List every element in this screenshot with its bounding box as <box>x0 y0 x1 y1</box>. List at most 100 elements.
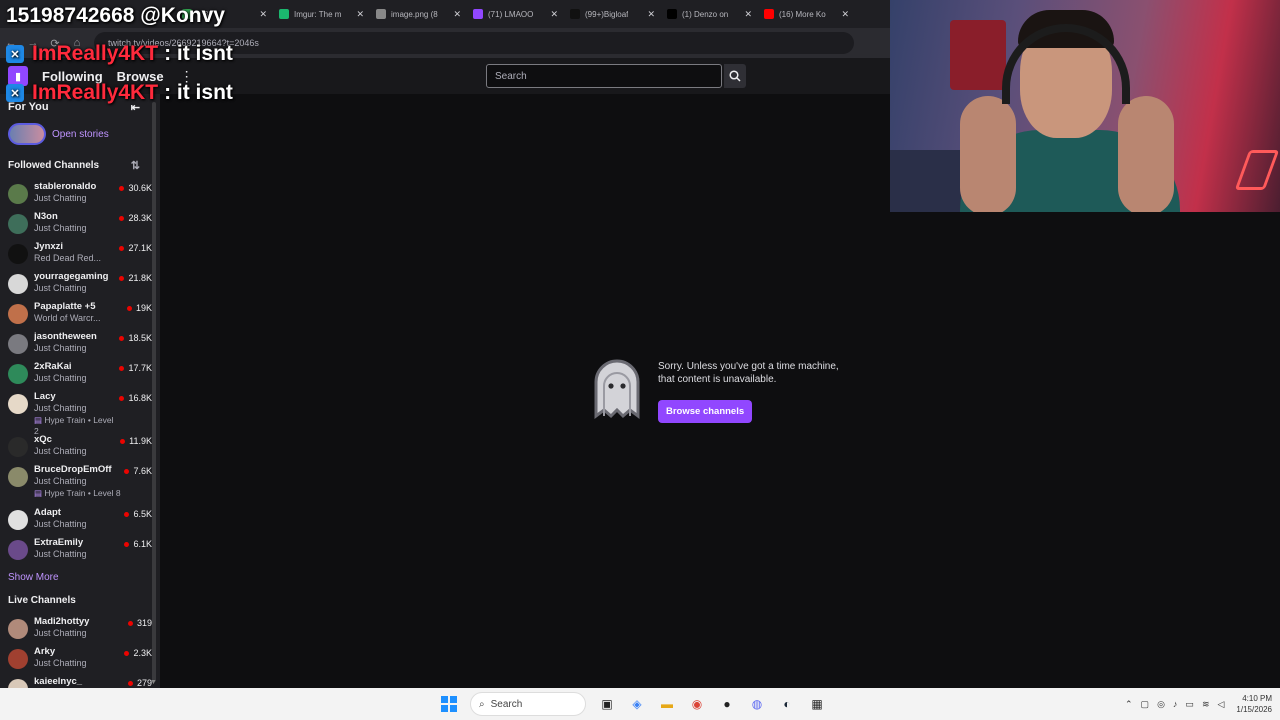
live-dot-icon <box>119 185 125 191</box>
chrome-icon[interactable]: ◉ <box>686 693 708 715</box>
live-channels-header: Live Channels <box>0 587 160 613</box>
channel-info: jasontheween Just Chatting <box>34 331 119 353</box>
live-dot-icon <box>119 245 125 251</box>
browser-tab[interactable]: (1) Denzo on ✕ <box>661 0 758 28</box>
tab-favicon-icon <box>764 9 774 19</box>
live-dot-icon <box>119 395 125 401</box>
channel-row[interactable]: kaieelnyc_Just Chatting279 <box>0 673 160 688</box>
obs-icon[interactable]: ● <box>716 693 738 715</box>
channel-name: ExtraEmily <box>34 537 84 548</box>
live-dot-icon <box>119 335 125 341</box>
show-more-link[interactable]: Show More <box>0 564 160 587</box>
channel-category: Just Chatting <box>34 373 87 383</box>
tab-close-icon[interactable]: ✕ <box>643 9 655 20</box>
channel-row[interactable]: stableronaldo Just Chatting 30.6K <box>0 178 160 208</box>
app-icon[interactable]: ▦ <box>806 693 828 715</box>
channel-name: Jynxzi <box>34 241 64 252</box>
search-input[interactable]: Search <box>486 64 722 88</box>
viewer-count: 16.8K <box>119 393 152 403</box>
sidebar-scrollbar[interactable] <box>152 102 156 682</box>
search-button[interactable] <box>724 64 746 88</box>
browser-tab[interactable]: (71) LMAOO ✕ <box>467 0 564 28</box>
taskbar-search[interactable]: ⌕ Search <box>470 692 586 716</box>
tab-close-icon[interactable]: ✕ <box>546 9 558 20</box>
volume-icon[interactable]: ◁ <box>1217 699 1224 710</box>
scroll-down-icon[interactable]: ▼ <box>150 679 157 686</box>
browse-channels-button[interactable]: Browse channels <box>658 400 753 423</box>
display-icon[interactable]: ▭ <box>1185 699 1194 710</box>
channel-name: yourragegaming <box>34 271 109 282</box>
open-stories[interactable]: Open stories <box>0 120 160 148</box>
channel-row[interactable]: Madi2hottyy Just Chatting 319 <box>0 613 160 643</box>
channel-row[interactable]: Lacy Just Chatting ▤ Hype Train • Level 2 1… <box>0 388 160 436</box>
discord-icon[interactable]: ◍ <box>746 693 768 715</box>
tab-close-icon[interactable]: ✕ <box>740 9 752 20</box>
tab-title: Imgur: The m <box>294 9 342 19</box>
browser-tab[interactable]: (16) More Ko ✕ <box>758 0 855 28</box>
channel-row[interactable]: xQc Just Chatting 11.9K <box>0 431 160 461</box>
microphone-icon[interactable]: ♪ <box>1173 699 1178 709</box>
network-icon[interactable]: ≋ <box>1202 699 1210 710</box>
tab-close-icon[interactable]: ✕ <box>352 9 364 20</box>
chat-username: ImReally4KT <box>32 81 159 104</box>
browser-tab[interactable]: image.png (8 ✕ <box>370 0 467 28</box>
channel-name: jasontheween <box>34 331 97 342</box>
channel-row[interactable]: jasontheween Just Chatting 18.5K <box>0 328 160 358</box>
viewer-count: 30.6K <box>119 183 152 193</box>
screen: k Bl ✕ Imgur: The m ✕ image.png (8 ✕ (71) LMAO… <box>0 0 1280 720</box>
tab-close-icon[interactable]: ✕ <box>255 9 267 20</box>
viewer-count-value: 7.6K <box>133 466 152 476</box>
viewer-count-value: 16.8K <box>128 393 152 403</box>
ghost-icon <box>594 359 640 419</box>
viewer-count-value: 27.1K <box>128 243 152 253</box>
copilot-icon[interactable]: ◈ <box>626 693 648 715</box>
channel-row[interactable]: yourragegaming Just Chatting 21.8K <box>0 268 160 298</box>
streamer-arm-left <box>960 96 1016 212</box>
channel-row[interactable]: N3on Just Chatting 28.3K <box>0 208 160 238</box>
viewer-count: 6.5K <box>124 509 152 519</box>
tab-close-icon[interactable]: ✕ <box>449 9 461 20</box>
webcam-overlay <box>890 0 1280 212</box>
tray-app-icon[interactable]: ▢ <box>1141 699 1150 710</box>
viewer-count: 18.5K <box>119 333 152 343</box>
viewer-count-value: 11.9K <box>129 436 152 446</box>
task-view-icon[interactable]: ▣ <box>596 693 618 715</box>
sort-icon[interactable]: ⇅ <box>131 159 140 172</box>
clock[interactable]: 4:10 PM 1/15/2026 <box>1236 693 1272 715</box>
hype-train-icon: ▤ <box>34 488 45 498</box>
channel-category: Just Chatting <box>34 658 87 668</box>
channel-name: 2xRaKai <box>34 361 72 372</box>
channel-row[interactable]: Arky Just Chatting 2.3K <box>0 643 160 673</box>
viewer-count-value: 18.5K <box>128 333 152 343</box>
error-line-2: that content is unavailable. <box>658 374 777 385</box>
browser-tab[interactable]: (99+)Bigloaf ✕ <box>564 0 661 28</box>
channel-category: Just Chatting <box>34 446 87 456</box>
steam-icon[interactable]: ◐ <box>776 693 798 715</box>
channel-avatar <box>8 679 28 688</box>
channel-row[interactable]: Papaplatte +5 World of Warcr... 19K <box>0 298 160 328</box>
tray-app-icon[interactable]: ◎ <box>1157 699 1165 710</box>
channel-info: 2xRaKai Just Chatting <box>34 361 119 383</box>
channel-row[interactable]: Adapt Just Chatting 6.5K <box>0 504 160 534</box>
viewer-count-value: 6.5K <box>133 509 152 519</box>
tab-favicon-icon <box>376 9 386 19</box>
file-explorer-icon[interactable]: ▬ <box>656 693 678 715</box>
followed-channels-list: stableronaldo Just Chatting 30.6K N3on Just … <box>0 178 160 564</box>
channel-avatar <box>8 619 28 639</box>
channel-row[interactable]: 2xRaKai Just Chatting 17.7K <box>0 358 160 388</box>
system-tray: ⌃ ▢ ◎ ♪ ▭ ≋ ◁ 4:10 PM 1/15/2026 <box>1125 688 1272 720</box>
followed-channels-title: Followed Channels <box>8 159 100 171</box>
overlay-chat-line-2: ✕ ImReally4KT : it isnt <box>6 81 233 105</box>
channel-row[interactable]: ExtraEmily Just Chatting 6.1K <box>0 534 160 564</box>
channel-info: BruceDropEmOff Just Chatting ▤ Hype Train … <box>34 464 124 499</box>
channel-name: kaieelnyc_ <box>34 676 83 687</box>
viewer-count: 27.1K <box>119 243 152 253</box>
tab-close-icon[interactable]: ✕ <box>837 9 849 20</box>
channel-row[interactable]: Jynxzi Red Dead Red... 27.1K <box>0 238 160 268</box>
channel-category: Red Dead Red... <box>34 253 102 263</box>
channel-info: kaieelnyc_Just Chatting <box>34 676 128 688</box>
channel-row[interactable]: BruceDropEmOff Just Chatting ▤ Hype Train … <box>0 461 160 504</box>
start-button-icon[interactable] <box>438 693 460 715</box>
tray-chevron-icon[interactable]: ⌃ <box>1125 699 1133 710</box>
browser-tab[interactable]: Imgur: The m ✕ <box>273 0 370 28</box>
